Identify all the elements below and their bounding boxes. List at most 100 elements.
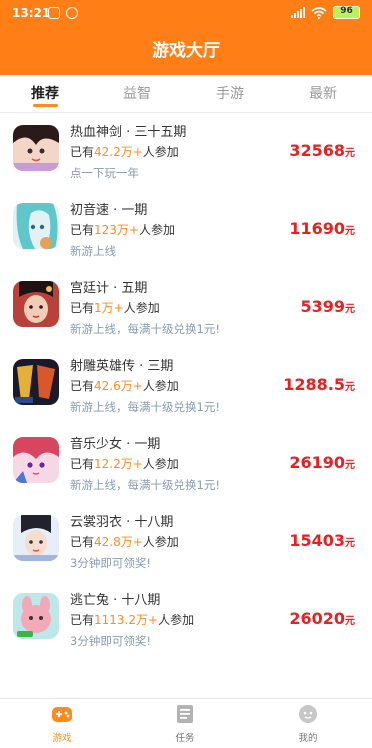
tab-active-indicator	[33, 104, 58, 107]
game-avatar-icon	[13, 281, 59, 327]
game-name: 初音速 · 一期	[70, 203, 148, 218]
list-item[interactable]: 热血神剑 · 三十五期 已有42.2万+人参加 点一下玩一年 32568元	[0, 113, 372, 191]
players-number: 12.2万+	[94, 457, 143, 471]
prize-unit: 元	[345, 148, 355, 159]
notification-icon	[66, 7, 78, 19]
players-suffix: 人参加	[142, 535, 179, 549]
players-suffix: 人参加	[158, 613, 195, 627]
game-description: 新游上线，每满十级兑换1元!	[70, 478, 220, 492]
bottom-nav: 游戏 任务 我的	[0, 698, 372, 748]
players-suffix: 人参加	[142, 145, 179, 159]
game-avatar-icon	[13, 515, 59, 561]
game-name: 射雕英雄传 · 三期	[70, 359, 174, 374]
players-count: 已有123万+人参加	[70, 221, 175, 238]
nav-label: 我的	[298, 733, 318, 744]
players-number: 1113.2万+	[94, 613, 159, 627]
prize-unit: 元	[345, 460, 355, 471]
players-count: 已有42.6万+人参加	[70, 377, 179, 394]
nav-label: 游戏	[52, 733, 72, 744]
page-title: 游戏大厅	[152, 41, 220, 61]
game-description: 3分钟即可领奖!	[70, 634, 151, 648]
prize-unit: 元	[345, 304, 355, 315]
players-count: 已有42.8万+人参加	[70, 533, 179, 550]
prize-number: 11690	[289, 219, 345, 238]
status-right: 96	[291, 6, 360, 19]
players-number: 1万+	[94, 301, 124, 315]
battery-level: 96	[340, 6, 353, 16]
nav-label: 任务	[175, 733, 195, 744]
prize-amount: 26190元	[289, 453, 355, 472]
list-item[interactable]: 云裳羽衣 · 十八期 已有42.8万+人参加 3分钟即可领奖! 15403元	[0, 503, 372, 581]
game-avatar-icon	[13, 203, 59, 249]
players-prefix: 已有	[70, 223, 95, 237]
app-header: 13:21 96 游戏大厅	[0, 0, 372, 75]
task-list-icon	[177, 705, 193, 723]
game-name: 音乐少女 · 一期	[70, 437, 161, 452]
prize-unit: 元	[345, 616, 355, 627]
status-bar: 13:21 96	[0, 0, 372, 28]
list-item[interactable]: 初音速 · 一期 已有123万+人参加 新游上线 11690元	[0, 191, 372, 269]
nav-profile[interactable]: 我的	[278, 704, 338, 744]
players-prefix: 已有	[70, 145, 95, 159]
nav-tasks[interactable]: 任务	[155, 704, 215, 744]
nav-games[interactable]: 游戏	[32, 704, 92, 744]
game-description: 点一下玩一年	[70, 166, 139, 180]
prize-amount: 5399元	[300, 297, 355, 316]
players-suffix: 人参加	[123, 301, 160, 315]
prize-number: 26020	[289, 609, 345, 628]
players-prefix: 已有	[70, 379, 95, 393]
prize-unit: 元	[345, 226, 355, 237]
players-prefix: 已有	[70, 535, 95, 549]
prize-number: 5399	[300, 297, 345, 316]
game-list: 热血神剑 · 三十五期 已有42.2万+人参加 点一下玩一年 32568元 初音…	[0, 113, 372, 659]
game-description: 新游上线，每满十级兑换1元!	[70, 400, 220, 414]
tab-recommended[interactable]: 推荐	[15, 83, 75, 103]
prize-amount: 15403元	[289, 531, 355, 550]
wifi-icon	[311, 6, 327, 19]
players-count: 已有12.2万+人参加	[70, 455, 179, 472]
game-name: 逃亡兔 · 十八期	[70, 593, 161, 608]
tab-mobile-games[interactable]: 手游	[200, 83, 260, 103]
prize-amount: 11690元	[289, 219, 355, 238]
players-prefix: 已有	[70, 457, 95, 471]
battery-icon: 96	[333, 6, 360, 19]
game-avatar-icon	[13, 437, 59, 483]
game-avatar-icon	[13, 125, 59, 171]
prize-amount: 26020元	[289, 609, 355, 628]
players-suffix: 人参加	[142, 379, 179, 393]
category-tabs: 推荐 益智 手游 最新	[0, 75, 372, 113]
list-item[interactable]: 射雕英雄传 · 三期 已有42.6万+人参加 新游上线，每满十级兑换1元! 12…	[0, 347, 372, 425]
gamepad-icon	[52, 707, 72, 722]
tab-puzzle[interactable]: 益智	[107, 83, 167, 103]
prize-unit: 元	[345, 538, 355, 549]
game-description: 新游上线	[70, 244, 116, 258]
players-count: 已有42.2万+人参加	[70, 143, 179, 160]
players-number: 42.6万+	[94, 379, 143, 393]
players-suffix: 人参加	[138, 223, 175, 237]
status-left-icons	[48, 7, 78, 19]
game-name: 云裳羽衣 · 十八期	[70, 515, 174, 530]
shield-icon	[48, 7, 60, 19]
profile-icon	[299, 705, 317, 723]
game-avatar-icon	[13, 593, 59, 639]
players-prefix: 已有	[70, 301, 95, 315]
game-name: 宫廷计 · 五期	[70, 281, 148, 296]
prize-number: 1288.5	[283, 375, 345, 394]
players-number: 42.8万+	[94, 535, 143, 549]
players-suffix: 人参加	[142, 457, 179, 471]
list-item[interactable]: 宫廷计 · 五期 已有1万+人参加 新游上线，每满十级兑换1元! 5399元	[0, 269, 372, 347]
prize-number: 15403	[289, 531, 345, 550]
list-item[interactable]: 逃亡兔 · 十八期 已有1113.2万+人参加 3分钟即可领奖! 26020元	[0, 581, 372, 659]
game-name: 热血神剑 · 三十五期	[70, 125, 187, 140]
players-number: 42.2万+	[94, 145, 143, 159]
prize-amount: 1288.5元	[283, 375, 355, 394]
players-number: 123万+	[94, 223, 139, 237]
prize-number: 26190	[289, 453, 345, 472]
prize-unit: 元	[345, 382, 355, 393]
players-count: 已有1113.2万+人参加	[70, 611, 194, 628]
players-count: 已有1万+人参加	[70, 299, 160, 316]
game-avatar-icon	[13, 359, 59, 405]
tab-newest[interactable]: 最新	[293, 83, 353, 103]
list-item[interactable]: 音乐少女 · 一期 已有12.2万+人参加 新游上线，每满十级兑换1元! 261…	[0, 425, 372, 503]
signal-icon	[291, 7, 305, 18]
